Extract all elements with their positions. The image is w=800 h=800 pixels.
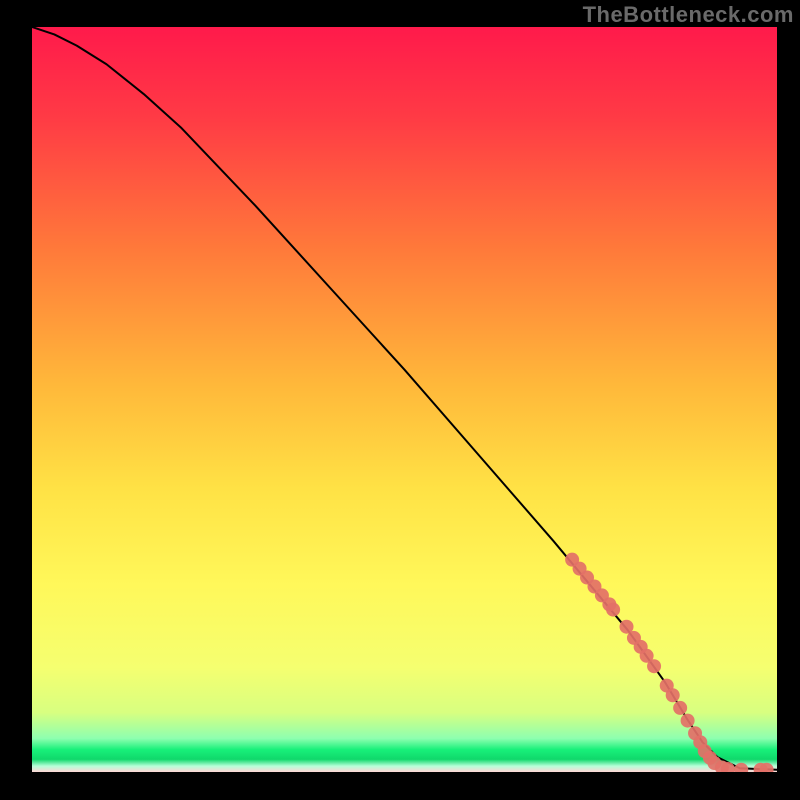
scatter-point [681,714,695,728]
scatter-point [647,659,661,673]
watermark-text: TheBottleneck.com [583,2,794,28]
scatter-point [606,603,620,617]
chart-background-gradient [32,27,777,772]
chart-plot-area [32,27,777,772]
chart-svg [32,27,777,772]
scatter-point [666,688,680,702]
scatter-point [673,701,687,715]
